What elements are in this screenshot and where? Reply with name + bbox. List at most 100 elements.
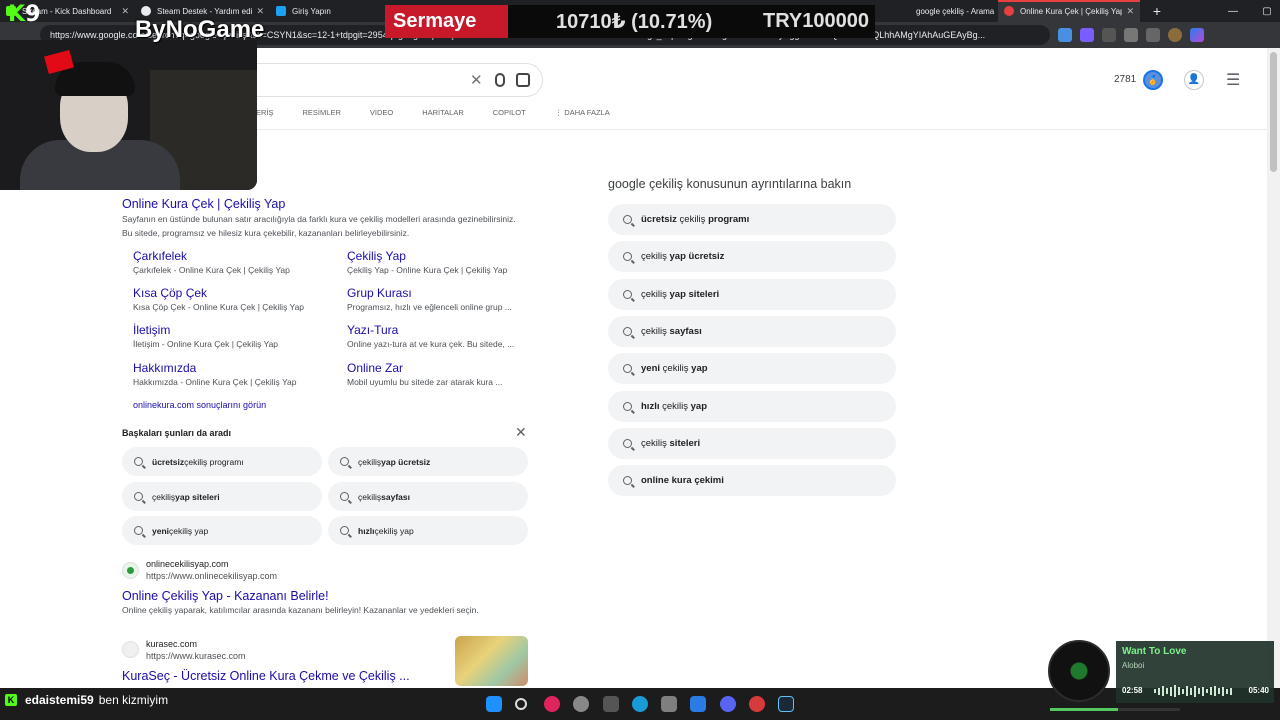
search-box[interactable]: ✕: [250, 63, 543, 97]
waveform-bar: [1158, 687, 1160, 695]
more-results-link[interactable]: onlinekura.com sonuçlarını görün: [133, 400, 266, 410]
copilot-icon[interactable]: [1190, 28, 1204, 42]
store-icon[interactable]: [661, 696, 677, 712]
sitelink-title[interactable]: Kısa Çöp Çek: [133, 286, 207, 300]
tab-copilot[interactable]: COPILOT: [493, 108, 526, 122]
capital-label: Sermaye: [385, 5, 508, 38]
related-search-pill[interactable]: çekiliş siteleri: [608, 428, 896, 459]
related-search-chip[interactable]: çekiliş yap siteleri: [122, 482, 322, 511]
search-icon: [623, 327, 632, 336]
settings-icon[interactable]: [573, 696, 589, 712]
scrollbar[interactable]: [1267, 48, 1280, 688]
song-progress-fill: [1050, 708, 1118, 711]
waveform-bar: [1202, 686, 1204, 696]
close-icon[interactable]: ✕: [515, 424, 527, 441]
account-icon[interactable]: 👤: [1184, 70, 1204, 90]
close-icon[interactable]: ✕: [121, 6, 129, 17]
total-time: 05:40: [1248, 686, 1269, 695]
search-icon: [340, 492, 349, 501]
extension-icon[interactable]: [1102, 28, 1116, 42]
related-search-pill[interactable]: hızlı çekiliş yap: [608, 391, 896, 422]
sitelink-title[interactable]: İletişim: [133, 323, 170, 337]
result-thumbnail[interactable]: [455, 636, 528, 686]
chat-username: edaistemi59: [25, 693, 94, 707]
tab-online-kura[interactable]: Online Kura Çek | Çekiliş Yap ✕: [998, 0, 1140, 22]
discord-icon[interactable]: [720, 696, 736, 712]
tab-maps[interactable]: HARİTALAR: [422, 108, 464, 122]
result-title[interactable]: KuraSeç - Ücretsiz Online Kura Çekme ve …: [122, 669, 410, 683]
search-icon: [340, 457, 349, 466]
related-search-chip[interactable]: ücretsiz çekiliş programı: [122, 447, 322, 476]
waveform-bar: [1190, 687, 1192, 695]
sitelink-title[interactable]: Grup Kurası: [347, 286, 412, 300]
result-title[interactable]: Online Çekiliş Yap - Kazananı Belirle!: [122, 589, 329, 603]
site-url: https://www.kurasec.com: [146, 651, 246, 661]
extension-icon[interactable]: [1146, 28, 1160, 42]
maximize-icon[interactable]: ▢: [1250, 6, 1280, 17]
related-search-pill[interactable]: çekiliş yap siteleri: [608, 279, 896, 310]
active-tab-group: Online Kura Çek | Çekiliş Yap✕ + — ▢ ✕: [998, 0, 1280, 22]
sitelink-desc: Mobil uyumlu bu sitede zar atarak kura .…: [347, 377, 503, 387]
profile-avatar[interactable]: [1168, 28, 1182, 42]
k9-logo: K9: [8, 2, 41, 27]
search-icon: [623, 476, 632, 485]
x-app-icon[interactable]: [603, 696, 619, 712]
tab-video[interactable]: VİDEO: [370, 108, 393, 122]
menu-icon[interactable]: ☰: [1226, 70, 1240, 90]
related-search-pill[interactable]: yeni çekiliş yap: [608, 353, 896, 384]
extension-icon[interactable]: [1058, 28, 1072, 42]
waveform-bar: [1210, 687, 1212, 695]
microphone-icon[interactable]: [495, 73, 505, 87]
windows-start-icon[interactable]: [486, 696, 502, 712]
close-icon[interactable]: ✕: [1126, 6, 1134, 17]
waveform-bar: [1170, 686, 1172, 696]
tab-more[interactable]: ⋮ DAHA FAZLA: [555, 108, 610, 122]
media-icon[interactable]: [749, 696, 765, 712]
clear-search-icon[interactable]: ✕: [470, 71, 483, 89]
search-icon: [134, 526, 143, 535]
sitelink-title[interactable]: Hakkımızda: [133, 361, 196, 375]
related-search-chip[interactable]: çekiliş yap ücretsiz: [328, 447, 528, 476]
rewards-badge-icon[interactable]: 🏅: [1143, 70, 1163, 90]
explorer-icon[interactable]: [690, 696, 706, 712]
search-icon: [134, 457, 143, 466]
sitelink-desc: İletişim - Online Kura Çek | Çekiliş Yap: [133, 339, 279, 349]
site-name: onlinecekilisyap.com: [146, 559, 229, 569]
related-search-pill[interactable]: ücretsiz çekiliş programı: [608, 204, 896, 235]
extension-icon[interactable]: [1080, 28, 1094, 42]
search-icon: [623, 439, 632, 448]
related-search-pill[interactable]: online kura çekimi: [608, 465, 896, 496]
chat-message: K edaistemi59 ben kizmiyim: [5, 693, 168, 707]
tab-all[interactable]: ERİŞ: [256, 108, 274, 122]
related-search-pill[interactable]: çekiliş yap ücretsiz: [608, 241, 896, 272]
related-search-chip[interactable]: hızlı çekiliş yap: [328, 516, 528, 545]
sitelink-title[interactable]: Yazı-Tura: [347, 323, 398, 337]
scrollbar-thumb[interactable]: [1270, 52, 1277, 172]
minimize-icon[interactable]: —: [1216, 6, 1250, 17]
edge-icon[interactable]: [632, 696, 648, 712]
result-title[interactable]: Online Kura Çek | Çekiliş Yap: [122, 197, 285, 211]
search-icon: [623, 215, 632, 224]
capital-overlay: Sermaye 10710₺ (10.71%) TRY100000: [385, 5, 875, 38]
steam-icon[interactable]: [778, 696, 794, 712]
media-player-icon[interactable]: [544, 696, 560, 712]
related-search-chip[interactable]: yeni çekiliş yap: [122, 516, 322, 545]
song-artist: Aloboi: [1122, 661, 1145, 670]
search-icon[interactable]: [515, 698, 527, 710]
waveform-bar: [1206, 689, 1208, 693]
waveform-bar: [1198, 688, 1200, 694]
search-tabs: ERİŞ RESİMLER VİDEO HARİTALAR COPILOT ⋮ …: [256, 108, 639, 122]
extension-icon[interactable]: [1124, 28, 1138, 42]
related-search-pill[interactable]: çekiliş sayfası: [608, 316, 896, 347]
sitelink-title[interactable]: Çarkıfelek: [133, 249, 187, 263]
capital-change: 10710₺ (10.71%): [556, 11, 713, 33]
new-tab-icon[interactable]: +: [1148, 3, 1166, 19]
close-icon[interactable]: ✕: [256, 6, 264, 17]
waveform-bar: [1166, 688, 1168, 694]
tab-images[interactable]: RESİMLER: [303, 108, 341, 122]
sitelink-title[interactable]: Online Zar: [347, 361, 403, 375]
google-lens-icon[interactable]: [516, 73, 530, 87]
sitelink-title[interactable]: Çekiliş Yap: [347, 249, 406, 263]
waveform-bar: [1182, 688, 1184, 694]
related-search-chip[interactable]: çekiliş sayfası: [328, 482, 528, 511]
